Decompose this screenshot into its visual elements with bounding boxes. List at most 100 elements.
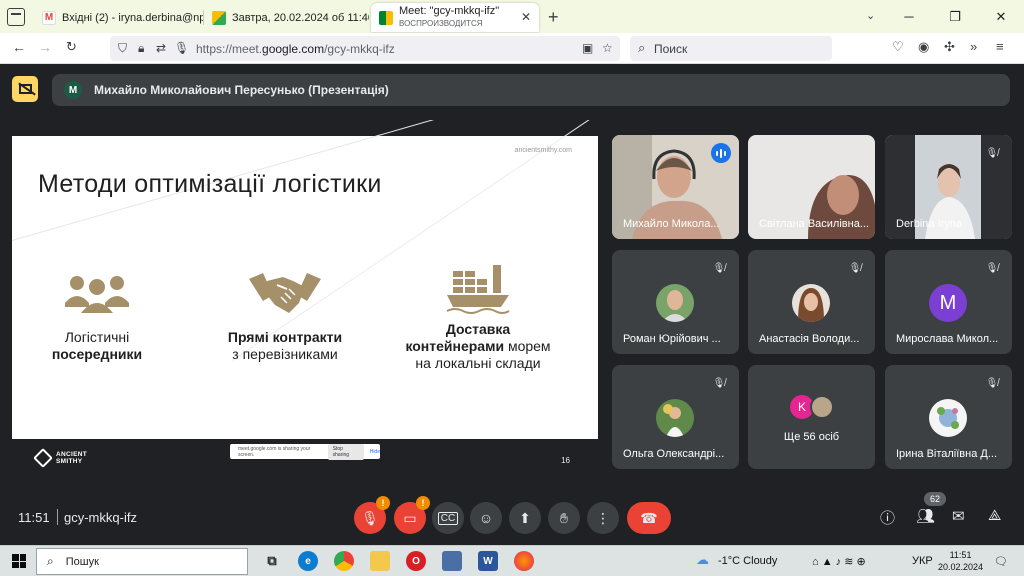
feature-line: з перевізниками	[232, 346, 338, 362]
participant-tile[interactable]: Світлана Василівна...	[748, 135, 875, 239]
presenter-bar[interactable]: M Михайло Миколайович Пересунько (Презен…	[52, 74, 1010, 106]
emoji-button[interactable]: ☺	[470, 502, 502, 534]
browser-tab-bar: M Вхідні (2) - iryna.derbina@npp Завтра,…	[0, 0, 1024, 33]
hide-button[interactable]: Hide	[370, 449, 380, 455]
close-window-icon[interactable]: ✕	[978, 0, 1024, 33]
camera-off-icon: ▭	[403, 509, 417, 526]
edge-icon[interactable]: e	[298, 551, 318, 571]
tab-title: Вхідні (2) - iryna.derbina@npp	[62, 11, 204, 24]
people-icon[interactable]: 👥︎	[916, 507, 935, 525]
activities-icon[interactable]: ⟁	[988, 507, 1001, 524]
camera-toggle-button[interactable]: ▭ !	[394, 496, 430, 534]
meet-window: M Михайло Миколайович Пересунько (Презен…	[0, 65, 1024, 541]
participant-name: Ірина Віталіївна Д...	[896, 448, 998, 460]
mic-off-icon: 🎙︎̸	[712, 377, 726, 389]
weather-text[interactable]: -1°C Cloudy	[718, 555, 777, 567]
feature-line: Доставка	[445, 321, 511, 337]
hangup-icon: ☎	[640, 509, 658, 526]
taskbar-search[interactable]: ⌕ Пошук	[36, 548, 248, 575]
input-language[interactable]: УКР	[912, 555, 933, 567]
more-participants-label: Ще 56 осіб	[783, 431, 840, 443]
participant-tile[interactable]: 🎙︎̸ Derbina Iryna	[885, 135, 1012, 239]
chrome-icon[interactable]	[334, 551, 354, 571]
participant-tile[interactable]: 🎙︎̸ Ольга Олександрі...	[612, 365, 739, 469]
lock-icon[interactable]: 🔒︎	[138, 41, 144, 56]
emoji-icon: ☺	[478, 510, 494, 526]
menu-icon[interactable]: ≡	[996, 39, 1004, 54]
display-app-icon[interactable]	[442, 551, 462, 571]
presentation-icon[interactable]	[12, 76, 38, 102]
word-icon[interactable]: W	[478, 551, 498, 571]
reload-icon[interactable]: ↻	[66, 39, 77, 55]
forward-icon[interactable]: →	[38, 39, 52, 55]
opera-icon[interactable]: O	[406, 551, 426, 571]
pocket-icon[interactable]: ♡	[892, 39, 904, 55]
address-bar[interactable]: ⛉ 🔒︎ ⇄ 🎙︎ https://meet.google.com/gcy-mk…	[110, 36, 620, 61]
presenter-label: Михайло Миколайович Пересунько (Презента…	[94, 83, 389, 97]
meet-icon	[379, 10, 393, 25]
avatar	[929, 399, 967, 437]
leave-call-button[interactable]: ☎	[627, 502, 671, 534]
more-participants-tile[interactable]: K Ще 56 осіб	[748, 365, 875, 469]
mic-sharing-icon[interactable]: 🎙︎	[174, 41, 189, 55]
present-button[interactable]: ⬆	[509, 502, 541, 534]
participant-tile[interactable]: Михайло Микола...	[612, 135, 739, 239]
alert-badge: !	[416, 496, 430, 510]
participant-name: Derbina Iryna	[896, 218, 963, 230]
new-tab-icon[interactable]: +	[548, 7, 559, 28]
mic-off-icon: 🎙︎̸	[712, 262, 726, 274]
alert-badge: !	[376, 496, 390, 510]
restore-icon[interactable]: ❐	[932, 0, 978, 33]
bookmark-star-icon[interactable]: ☆	[602, 41, 613, 55]
screen-share-icon[interactable]: ▣	[582, 41, 593, 55]
notifications-icon[interactable]: 🗨︎	[994, 555, 1008, 568]
slide-page-number: 16	[561, 456, 570, 465]
participant-tile[interactable]: 🎙︎̸ Анастасія Володи...	[748, 250, 875, 354]
avatar: M	[929, 284, 967, 322]
file-explorer-icon[interactable]	[370, 551, 390, 571]
cargo-ship-icon	[446, 265, 510, 314]
chat-icon[interactable]: ✉	[952, 507, 965, 525]
account-icon[interactable]: ◉	[918, 39, 929, 55]
participant-tile[interactable]: 🎙︎̸ Роман Юрійович ...	[612, 250, 739, 354]
share-message: meet.google.com is sharing your screen.	[238, 445, 311, 458]
participant-tile[interactable]: 🎙︎̸ Ірина Віталіївна Д...	[885, 365, 1012, 469]
stop-sharing-button[interactable]: Stop sharing	[327, 443, 364, 460]
weather-icon[interactable]: ☁	[696, 552, 709, 568]
system-clock[interactable]: 11:51 20.02.2024	[938, 549, 983, 573]
close-tab-icon[interactable]: ✕	[521, 10, 531, 24]
extensions-icon[interactable]: ✣	[944, 39, 955, 55]
participant-tile[interactable]: 🎙︎̸ M Мирослава Микол...	[885, 250, 1012, 354]
browser-nav-bar: ← → ↻ ⛉ 🔒︎ ⇄ 🎙︎ https://meet.google.com/…	[0, 33, 1024, 64]
mic-toggle-button[interactable]: 🎙︎ !	[354, 496, 390, 534]
participant-name: Ольга Олександрі...	[623, 448, 725, 460]
windows-start-icon[interactable]	[12, 554, 26, 568]
task-view-icon[interactable]: ⧉	[262, 551, 282, 571]
firefox-icon[interactable]	[514, 551, 534, 571]
mic-off-icon: 🎙︎̸	[848, 262, 862, 274]
overflow-icon[interactable]: »	[970, 39, 977, 54]
info-icon[interactable]: ⓘ	[880, 507, 895, 528]
slide-footer: ANCIENT SMITHY meet.google.com is sharing…	[12, 439, 598, 485]
tab-list-icon[interactable]	[7, 8, 25, 26]
tab-meet[interactable]: Meet: "gcy-mkkq-ifz" ВОСПРОИЗВОДИТСЯ ✕	[371, 3, 539, 32]
taskbar-search-placeholder: Пошук	[65, 555, 99, 568]
search-bar[interactable]: ⌕ Поиск	[630, 36, 832, 61]
more-options-button[interactable]: ⋮	[587, 502, 619, 534]
raise-hand-button[interactable]: ✋︎	[548, 502, 580, 534]
presentation-slide: ancientsmithy.com Методи оптимізації лог…	[12, 120, 598, 485]
meet-controls-bar: 11:51 gcy-mkkq-ifz 🎙︎ ! ▭ ! CC ☺ ⬆ ✋︎ ⋮ …	[0, 492, 1024, 541]
tab-calendar[interactable]: Завтра, 20.02.2024 об 11:40 від	[204, 4, 369, 31]
meeting-time: 11:51	[18, 510, 50, 525]
present-screen-icon: ⬆	[519, 509, 531, 526]
tab-gmail[interactable]: M Вхідні (2) - iryna.derbina@npp	[34, 4, 204, 31]
captions-button[interactable]: CC	[432, 502, 464, 534]
chevron-down-icon[interactable]: ⌄	[866, 9, 875, 22]
back-icon[interactable]: ←	[12, 39, 26, 55]
permissions-icon[interactable]: ⇄	[156, 41, 166, 55]
tray-icons[interactable]: ⌂ ▲ ♪ ≋ ⊕	[812, 555, 866, 568]
feature-line: контейнерами морем	[405, 338, 551, 354]
minimize-icon[interactable]: ─	[886, 0, 932, 33]
participant-name: Михайло Микола...	[623, 218, 720, 230]
shield-icon[interactable]: ⛉	[118, 41, 127, 56]
